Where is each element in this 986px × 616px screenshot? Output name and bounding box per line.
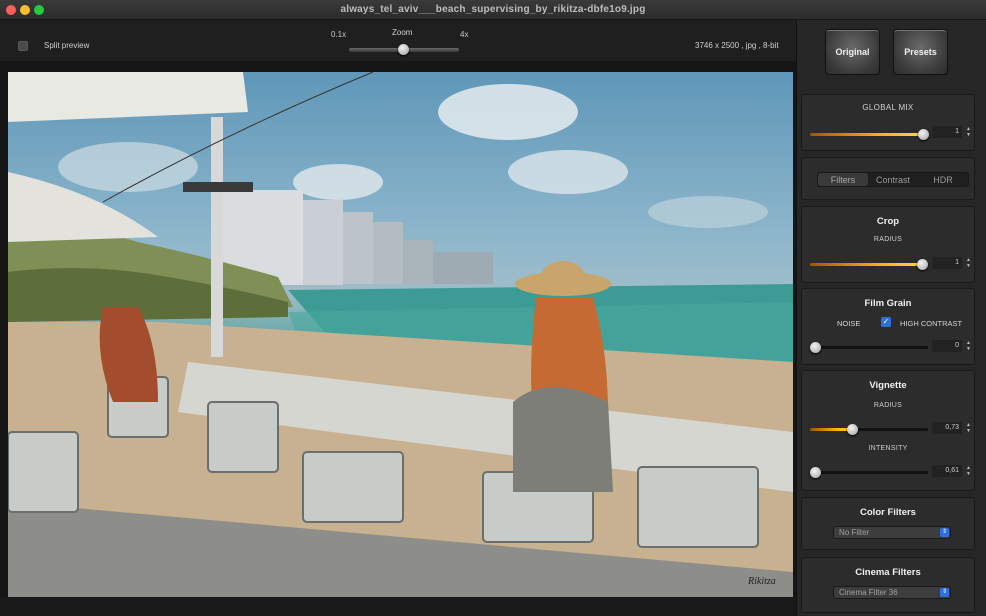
split-preview-label: Split preview — [44, 41, 90, 50]
tab-filters[interactable]: Filters — [818, 173, 868, 186]
crop-radius-value[interactable]: 1 — [932, 257, 962, 269]
window-title: always_tel_aviv___beach_supervising_by_r… — [340, 4, 646, 15]
crop-radius-label: RADIUS — [873, 236, 903, 243]
toolbar: Split preview 0.1x Zoom 4x 3746 x 2500 ,… — [0, 20, 796, 61]
cinema-filter-select[interactable]: Cinema Filter 36 ⇕ — [833, 586, 951, 599]
cinema-filter-selected: Cinema Filter 36 — [839, 588, 898, 597]
global-mix-title: GLOBAL MIX — [862, 103, 914, 112]
noise-label: NOISE — [837, 319, 861, 328]
high-contrast-checkbox[interactable]: ✓ — [881, 317, 891, 327]
global-mix-slider-fill — [810, 133, 922, 136]
vignette-radius-slider[interactable] — [810, 424, 928, 435]
vignette-radius-stepper[interactable]: ▲ ▼ — [965, 422, 972, 434]
tab-contrast[interactable]: Contrast — [868, 173, 918, 186]
vignette-intensity-value[interactable]: 0,61 — [932, 465, 962, 477]
photo-preview[interactable]: Rikitza — [8, 72, 793, 597]
film-grain-stepper[interactable]: ▲ ▼ — [965, 340, 972, 352]
global-mix-stepper[interactable]: ▲ ▼ — [965, 126, 972, 138]
vignette-intensity-slider[interactable] — [810, 467, 928, 478]
film-grain-slider[interactable] — [810, 342, 928, 353]
crop-radius-slider-knob[interactable] — [917, 259, 928, 270]
vignette-intensity-label: INTENSITY — [868, 445, 908, 452]
image-canvas: Rikitza — [0, 61, 796, 610]
mode-tabs: Filters Contrast HDR — [817, 172, 969, 187]
presets-button[interactable]: Presets — [893, 29, 948, 75]
global-mix-slider-knob[interactable] — [918, 129, 929, 140]
vignette-intensity-slider-knob[interactable] — [810, 467, 821, 478]
original-button-label: Original — [835, 47, 870, 57]
split-preview-checkbox[interactable] — [18, 41, 28, 51]
vignette-intensity-stepper[interactable]: ▲ ▼ — [965, 465, 972, 477]
crop-title: Crop — [876, 216, 900, 227]
vignette-radius-slider-fill — [810, 428, 852, 431]
chevron-updown-icon: ⇕ — [940, 588, 949, 597]
crop-radius-slider-fill — [810, 263, 922, 266]
film-grain-section: Film Grain NOISE ✓ HIGH CONTRAST 0 ▲ ▼ — [801, 288, 975, 365]
beach-photo-illustration: Rikitza — [8, 72, 793, 597]
film-grain-title: Film Grain — [864, 298, 912, 309]
presets-button-label: Presets — [904, 47, 937, 57]
color-filter-select[interactable]: No Filter ⇕ — [833, 526, 951, 539]
film-grain-slider-knob[interactable] — [810, 342, 821, 353]
vignette-title: Vignette — [869, 380, 907, 391]
global-mix-section: GLOBAL MIX 1 ▲ ▼ — [801, 94, 975, 151]
zoom-slider-knob[interactable] — [398, 44, 409, 55]
tab-hdr[interactable]: HDR — [918, 173, 968, 186]
vignette-radius-value[interactable]: 0,73 — [932, 422, 962, 434]
cinema-filters-title: Cinema Filters — [855, 567, 921, 578]
crop-section: Crop RADIUS 1 ▲ ▼ — [801, 206, 975, 283]
bottom-strip — [0, 597, 796, 616]
high-contrast-label: HIGH CONTRAST — [900, 319, 963, 328]
vignette-radius-label: RADIUS — [873, 402, 903, 409]
title-bar: always_tel_aviv___beach_supervising_by_r… — [0, 0, 986, 20]
color-filters-title: Color Filters — [860, 507, 916, 518]
zoom-label: Zoom — [392, 28, 413, 37]
chevron-updown-icon: ⇕ — [940, 528, 949, 537]
mode-tabs-section: Filters Contrast HDR — [801, 157, 975, 200]
global-mix-value[interactable]: 1 — [932, 126, 962, 138]
global-mix-slider[interactable] — [810, 129, 929, 140]
original-button[interactable]: Original — [825, 29, 880, 75]
vignette-radius-slider-knob[interactable] — [847, 424, 858, 435]
crop-radius-slider[interactable] — [810, 259, 928, 270]
color-filters-section: Color Filters No Filter ⇕ — [801, 497, 975, 550]
vignette-section: Vignette RADIUS 0,73 ▲ ▼ INTENSITY 0,61 ▲… — [801, 370, 975, 491]
zoom-max-label: 4x — [460, 30, 469, 39]
cinema-filters-section: Cinema Filters Cinema Filter 36 ⇕ — [801, 557, 975, 613]
film-grain-value[interactable]: 0 — [932, 340, 962, 352]
color-filter-selected: No Filter — [839, 528, 870, 537]
zoom-min-label: 0.1x — [331, 30, 347, 39]
image-info: 3746 x 2500 , jpg , 8-bit — [695, 41, 779, 50]
adjustments-panel: Original Presets GLOBAL MIX 1 ▲ ▼ Filters… — [796, 20, 986, 616]
crop-radius-stepper[interactable]: ▲ ▼ — [965, 257, 972, 269]
photo-signature: Rikitza — [747, 576, 776, 587]
